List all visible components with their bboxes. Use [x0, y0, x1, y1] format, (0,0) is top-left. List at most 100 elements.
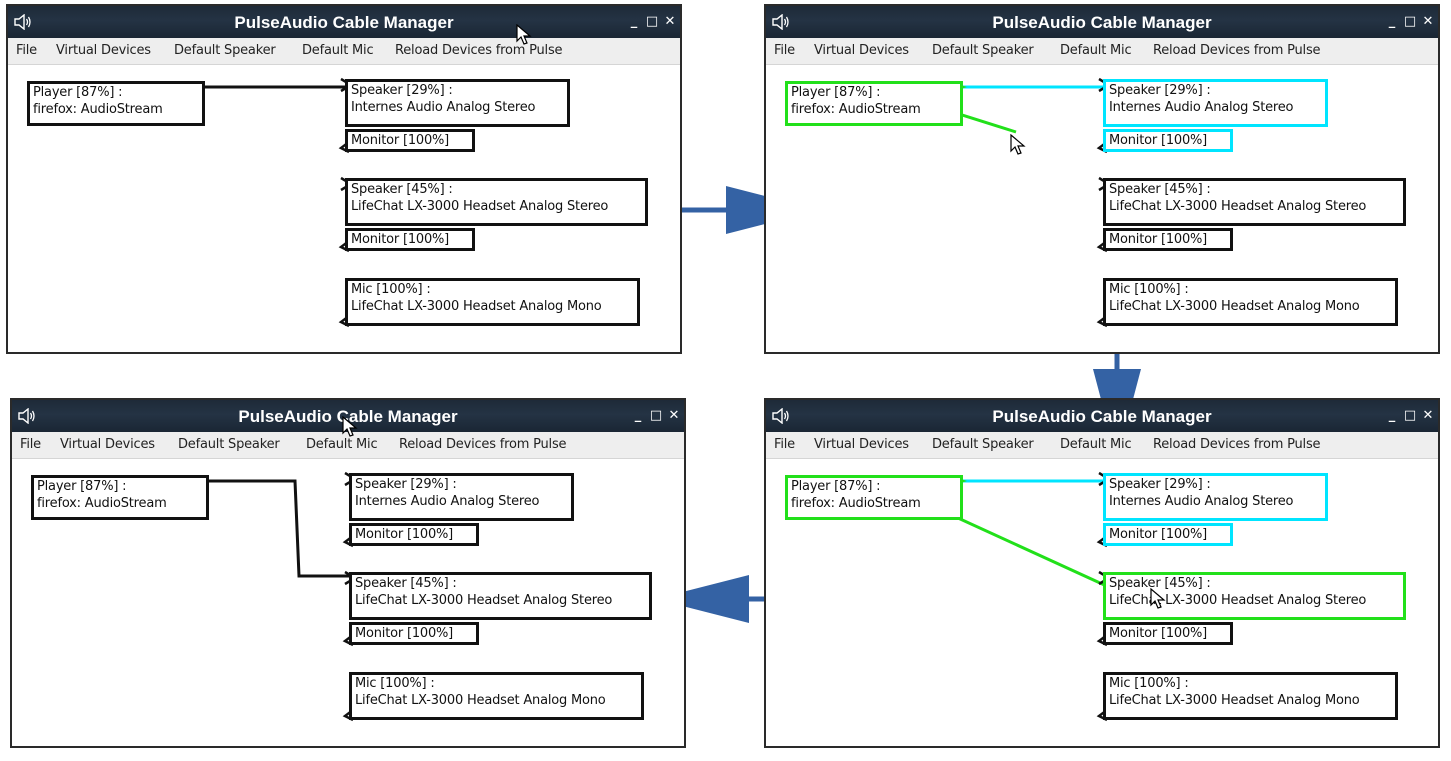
patch-canvas[interactable]: Player [87%] : firefox: AudioStream Speake…	[8, 24, 680, 352]
minimize-button[interactable]: _	[1384, 406, 1400, 426]
node-speaker1[interactable]: Speaker [29%] : Internes Audio Analog Ste…	[1103, 79, 1328, 127]
node-monitor1[interactable]: Monitor [100%]	[1103, 523, 1233, 546]
node-label: Monitor [100%]	[351, 133, 450, 148]
node-mic[interactable]: Mic [100%] : LifeChat LX-3000 Headset Ana…	[345, 278, 640, 326]
menu-item[interactable]: Reload Devices from Pulse	[395, 43, 563, 58]
app-window-step-3: PulseAudio Cable Manager _ □ ✕ File Virtual D…	[764, 398, 1440, 748]
close-button[interactable]: ✕	[1420, 406, 1436, 426]
node-description: Internes Audio Analog Stereo	[1109, 100, 1294, 115]
close-button[interactable]: ✕	[666, 406, 682, 426]
node-label: Speaker [29%] :	[351, 83, 453, 98]
node-description: LifeChat LX-3000 Headset Analog Mono	[355, 693, 606, 708]
maximize-button[interactable]: □	[648, 406, 664, 426]
menu-item[interactable]: Default Mic	[1060, 437, 1132, 452]
menu-item[interactable]: File	[774, 437, 795, 452]
node-speaker2[interactable]: Speaker [45%] : LifeChat LX-3000 Headset …	[345, 178, 648, 226]
node-label: Speaker [29%] :	[1109, 477, 1211, 492]
node-monitor1[interactable]: Monitor [100%]	[349, 523, 479, 546]
node-player[interactable]: Player [87%] : firefox: AudioStream	[785, 475, 963, 520]
node-label: Speaker [45%] :	[355, 576, 457, 591]
menu-item[interactable]: File	[20, 437, 41, 452]
node-monitor2[interactable]: Monitor [100%]	[349, 622, 479, 645]
mouse-cursor-icon	[1010, 134, 1026, 155]
patch-canvas[interactable]: Player [87%] : firefox: AudioStream Speake…	[12, 416, 684, 746]
node-mic[interactable]: Mic [100%] : LifeChat LX-3000 Headset Ana…	[1103, 672, 1398, 720]
node-label: Speaker [45%] :	[1109, 182, 1211, 197]
node-speaker2[interactable]: Speaker [45%] : LifeChat LX-3000 Headset …	[1103, 572, 1406, 620]
menu-item[interactable]: Default Mic	[306, 437, 378, 452]
title-bar[interactable]: PulseAudio Cable Manager _ □ ✕	[8, 6, 680, 38]
node-mic[interactable]: Mic [100%] : LifeChat LX-3000 Headset Ana…	[1103, 278, 1398, 326]
minimize-button[interactable]: _	[1384, 12, 1400, 32]
mouse-cursor-icon	[342, 416, 358, 437]
menu-item[interactable]: Default Mic	[302, 43, 374, 58]
node-monitor2[interactable]: Monitor [100%]	[1103, 228, 1233, 251]
node-description: LifeChat LX-3000 Headset Analog Mono	[351, 299, 602, 314]
close-button[interactable]: ✕	[662, 12, 678, 32]
menu-item[interactable]: Default Speaker	[932, 437, 1034, 452]
node-label: Monitor [100%]	[355, 527, 454, 542]
node-description: LifeChat LX-3000 Headset Analog Stereo	[351, 199, 609, 214]
title-bar[interactable]: PulseAudio Cable Manager _ □ ✕	[766, 400, 1438, 432]
window-title: PulseAudio Cable Manager	[992, 13, 1212, 32]
node-description: firefox: AudioStream	[37, 496, 167, 511]
window-title: PulseAudio Cable Manager	[992, 407, 1212, 426]
node-label: Speaker [29%] :	[355, 477, 457, 492]
menu-bar: File Virtual Devices Default Speaker Defaul…	[8, 38, 680, 65]
mouse-cursor-icon	[516, 24, 532, 45]
node-speaker1[interactable]: Speaker [29%] : Internes Audio Analog Ste…	[349, 473, 574, 521]
node-description: LifeChat LX-3000 Headset Analog Mono	[1109, 299, 1360, 314]
app-window-step-2: PulseAudio Cable Manager _ □ ✕ File Virtual D…	[764, 4, 1440, 354]
node-monitor2[interactable]: Monitor [100%]	[345, 228, 475, 251]
node-player[interactable]: Player [87%] : firefox: AudioStream	[785, 81, 963, 126]
node-speaker2[interactable]: Speaker [45%] : LifeChat LX-3000 Headset …	[1103, 178, 1406, 226]
node-label: Speaker [29%] :	[1109, 83, 1211, 98]
patch-canvas[interactable]: Player [87%] : firefox: AudioStream Speake…	[766, 458, 1438, 746]
node-monitor1[interactable]: Monitor [100%]	[1103, 129, 1233, 152]
minimize-button[interactable]: _	[626, 12, 642, 32]
node-description: LifeChat LX-3000 Headset Analog Stereo	[1109, 199, 1367, 214]
audio-cable[interactable]	[209, 479, 349, 578]
menu-bar: File Virtual Devices Default Speaker Defaul…	[766, 38, 1438, 65]
menu-item[interactable]: Virtual Devices	[56, 43, 151, 58]
node-monitor2[interactable]: Monitor [100%]	[1103, 622, 1233, 645]
node-description: firefox: AudioStream	[791, 496, 921, 511]
node-description: Internes Audio Analog Stereo	[351, 100, 536, 115]
menu-item[interactable]: Default Speaker	[178, 437, 280, 452]
menu-item[interactable]: File	[16, 43, 37, 58]
maximize-button[interactable]: □	[1402, 12, 1418, 32]
node-player[interactable]: Player [87%] : firefox: AudioStream	[27, 81, 205, 126]
node-speaker1[interactable]: Speaker [29%] : Internes Audio Analog Ste…	[345, 79, 570, 127]
patch-canvas[interactable]: Player [87%] : firefox: AudioStream Speake…	[766, 64, 1438, 352]
node-mic[interactable]: Mic [100%] : LifeChat LX-3000 Headset Ana…	[349, 672, 644, 720]
node-label: Monitor [100%]	[1109, 626, 1208, 641]
node-label: Mic [100%] :	[1109, 676, 1189, 691]
node-label: Mic [100%] :	[351, 282, 431, 297]
node-description: Internes Audio Analog Stereo	[1109, 494, 1294, 509]
menu-item[interactable]: Default Mic	[1060, 43, 1132, 58]
node-monitor1[interactable]: Monitor [100%]	[345, 129, 475, 152]
menu-item[interactable]: Reload Devices from Pulse	[399, 437, 567, 452]
maximize-button[interactable]: □	[1402, 406, 1418, 426]
minimize-button[interactable]: _	[630, 406, 646, 426]
maximize-button[interactable]: □	[644, 12, 660, 32]
menu-item[interactable]: Reload Devices from Pulse	[1153, 437, 1321, 452]
title-bar[interactable]: PulseAudio Cable Manager _ □ ✕	[766, 6, 1438, 38]
node-speaker2[interactable]: Speaker [45%] : LifeChat LX-3000 Headset …	[349, 572, 652, 620]
menu-item[interactable]: Virtual Devices	[814, 43, 909, 58]
node-label: Player [87%] :	[33, 85, 123, 100]
menu-item[interactable]: Virtual Devices	[814, 437, 909, 452]
node-speaker1[interactable]: Speaker [29%] : Internes Audio Analog Ste…	[1103, 473, 1328, 521]
node-player[interactable]: Player [87%] : firefox: AudioStream	[31, 475, 209, 520]
close-button[interactable]: ✕	[1420, 12, 1436, 32]
menu-item[interactable]: Default Speaker	[174, 43, 276, 58]
node-label: Player [87%] :	[791, 479, 881, 494]
node-label: Player [87%] :	[37, 479, 127, 494]
menu-item[interactable]: Reload Devices from Pulse	[1153, 43, 1321, 58]
menu-item[interactable]: File	[774, 43, 795, 58]
node-label: Monitor [100%]	[355, 626, 454, 641]
menu-item[interactable]: Virtual Devices	[60, 437, 155, 452]
node-label: Player [87%] :	[791, 85, 881, 100]
menu-item[interactable]: Default Speaker	[932, 43, 1034, 58]
node-label: Monitor [100%]	[1109, 527, 1208, 542]
